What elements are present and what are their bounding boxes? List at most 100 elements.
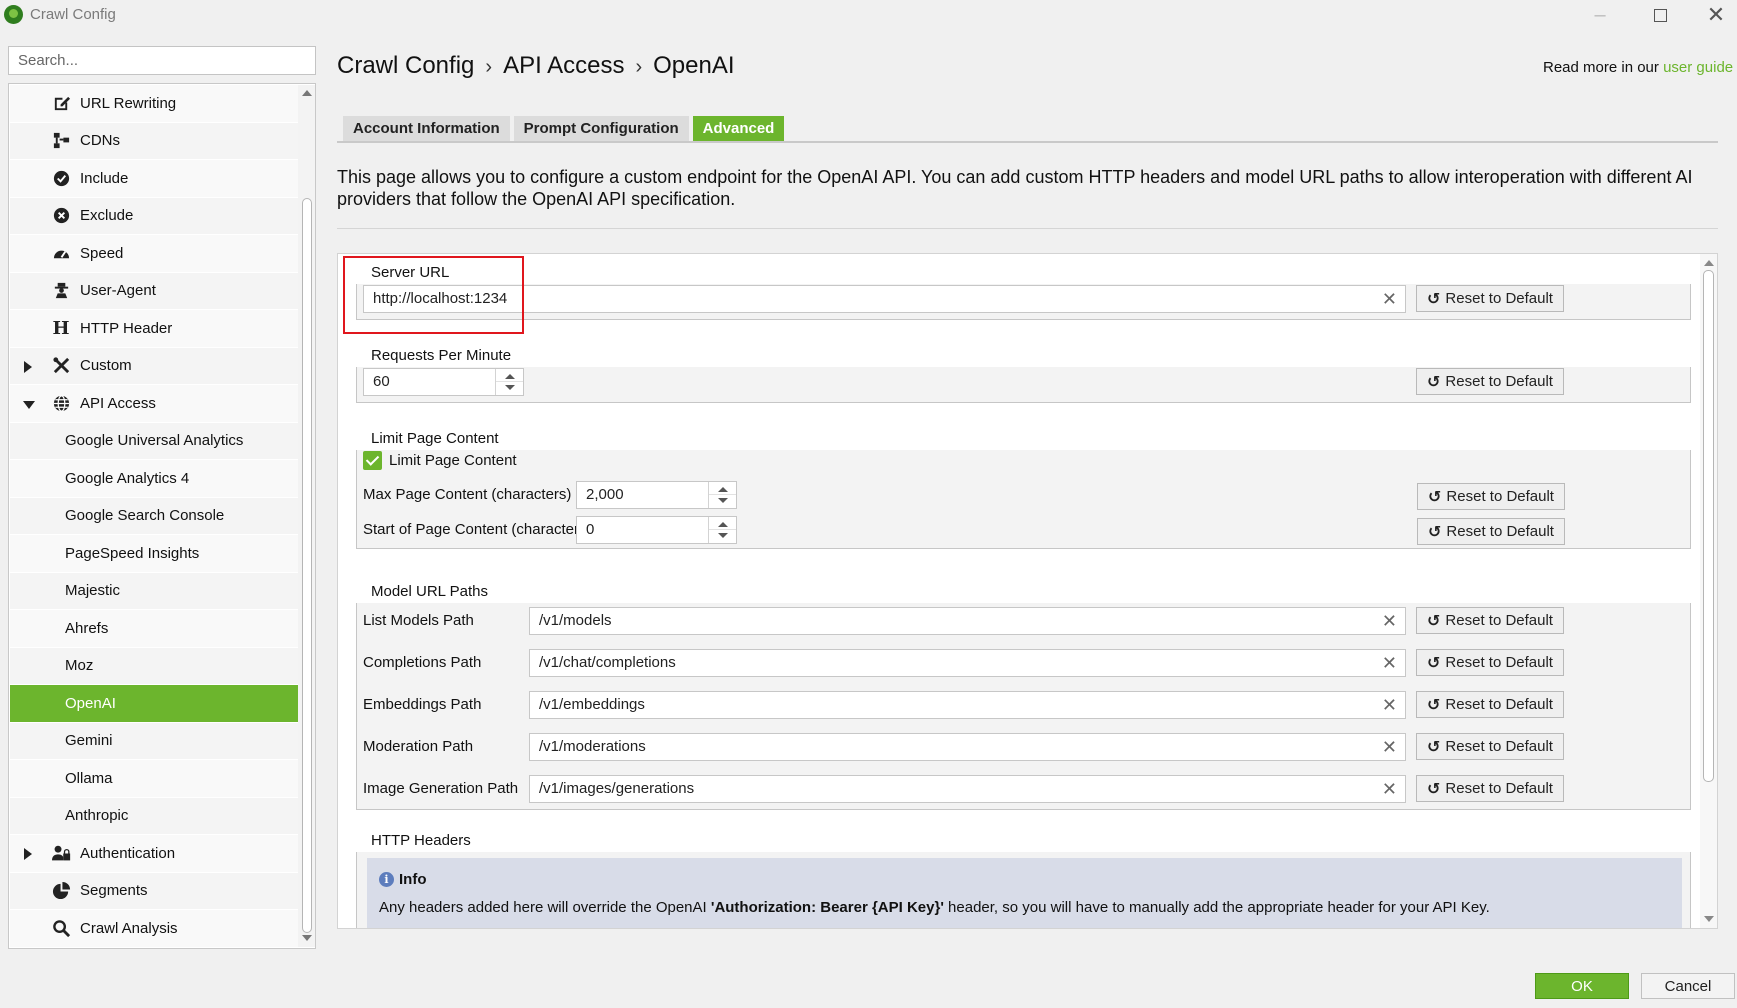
expand-arrow-icon[interactable] xyxy=(24,848,32,860)
sidebar-item-include[interactable]: Include xyxy=(10,160,298,198)
rpm-value: 60 xyxy=(373,373,390,390)
sidebar-item-gemini[interactable]: Gemini xyxy=(10,722,298,760)
maximize-button[interactable] xyxy=(1640,2,1680,28)
scroll-up-arrow-icon[interactable] xyxy=(302,90,312,96)
clear-icon[interactable]: ✕ xyxy=(1382,734,1397,760)
undo-icon: ↺ xyxy=(1427,290,1441,308)
image-generation-path-input[interactable]: /v1/images/generations ✕ xyxy=(529,775,1406,803)
reset-to-default-button[interactable]: ↺ Reset to Default xyxy=(1416,368,1564,395)
breadcrumb-item[interactable]: Crawl Config xyxy=(337,52,474,79)
requests-per-minute-stepper[interactable]: 60 xyxy=(363,368,524,396)
decrement-icon[interactable] xyxy=(505,385,515,390)
read-more-text: Read more in our xyxy=(1543,59,1659,76)
decrement-icon[interactable] xyxy=(718,533,728,538)
start-page-content-stepper[interactable]: 0 xyxy=(576,516,737,544)
sidebar-item-google-search-console[interactable]: Google Search Console xyxy=(10,497,298,535)
settings-scrollbar[interactable] xyxy=(1700,254,1717,928)
path-label: Embeddings Path xyxy=(363,696,482,713)
cancel-button[interactable]: Cancel xyxy=(1641,973,1735,999)
max-page-content-stepper[interactable]: 2,000 xyxy=(576,481,737,509)
sidebar-item-label: Speed xyxy=(80,244,124,262)
list-models-path-input[interactable]: /v1/models ✕ xyxy=(529,607,1406,635)
sidebar-item-speed[interactable]: Speed xyxy=(10,235,298,273)
clear-icon[interactable]: ✕ xyxy=(1382,776,1397,802)
reset-to-default-button[interactable]: ↺ Reset to Default xyxy=(1416,691,1564,718)
increment-icon[interactable] xyxy=(505,374,515,379)
scroll-down-arrow-icon[interactable] xyxy=(1704,916,1714,922)
clear-icon[interactable]: ✕ xyxy=(1382,692,1397,718)
undo-icon: ↺ xyxy=(1427,696,1441,714)
title-bar: Crawl Config – ✕ xyxy=(0,0,1737,30)
sidebar-item-http-header[interactable]: H HTTP Header xyxy=(10,310,298,348)
sidebar-item-openai[interactable]: OpenAI xyxy=(10,685,298,723)
clear-icon[interactable]: ✕ xyxy=(1382,286,1397,312)
sidebar-item-url-rewriting[interactable]: URL Rewriting xyxy=(10,85,298,123)
scroll-up-arrow-icon[interactable] xyxy=(1704,260,1714,266)
sidebar-item-label: HTTP Header xyxy=(80,319,173,337)
embeddings-path-input[interactable]: /v1/embeddings ✕ xyxy=(529,691,1406,719)
group-title: HTTP Headers xyxy=(365,832,477,849)
sidebar-item-crawl-analysis[interactable]: Crawl Analysis xyxy=(10,910,298,948)
tab-prompt-configuration[interactable]: Prompt Configuration xyxy=(513,116,689,141)
clear-icon[interactable]: ✕ xyxy=(1382,608,1397,634)
clear-icon[interactable]: ✕ xyxy=(1382,650,1397,676)
sidebar-item-api-access[interactable]: API Access xyxy=(10,385,298,423)
sidebar-item-pagespeed-insights[interactable]: PageSpeed Insights xyxy=(10,535,298,573)
info-title: i Info xyxy=(379,871,427,888)
scrollbar-thumb[interactable] xyxy=(302,198,312,933)
search-input[interactable] xyxy=(8,46,316,75)
reset-to-default-button[interactable]: ↺ Reset to Default xyxy=(1417,483,1565,510)
sidebar-item-segments[interactable]: Segments xyxy=(10,872,298,910)
sidebar-item-ollama[interactable]: Ollama xyxy=(10,760,298,798)
scrollbar-thumb[interactable] xyxy=(1703,270,1714,782)
sidebar-item-anthropic[interactable]: Anthropic xyxy=(10,797,298,835)
minimize-button[interactable]: – xyxy=(1580,2,1620,28)
reset-to-default-button[interactable]: ↺ Reset to Default xyxy=(1416,607,1564,634)
decrement-icon[interactable] xyxy=(718,498,728,503)
user-lock-icon xyxy=(50,843,72,863)
sidebar-item-authentication[interactable]: Authentication xyxy=(10,835,298,873)
info-box: i Info Any headers added here will overri… xyxy=(367,858,1682,928)
breadcrumb-item[interactable]: API Access xyxy=(503,52,624,79)
limit-page-content-checkbox[interactable] xyxy=(363,451,382,470)
sidebar-item-label: Segments xyxy=(80,882,148,900)
sidebar-item-custom[interactable]: Custom xyxy=(10,347,298,385)
completions-path-input[interactable]: /v1/chat/completions ✕ xyxy=(529,649,1406,677)
sidebar-scrollbar[interactable] xyxy=(298,85,315,947)
reset-to-default-button[interactable]: ↺ Reset to Default xyxy=(1417,518,1565,545)
tab-account-information[interactable]: Account Information xyxy=(343,116,510,141)
sidebar-item-google-universal-analytics[interactable]: Google Universal Analytics xyxy=(10,422,298,460)
reset-to-default-button[interactable]: ↺ Reset to Default xyxy=(1416,285,1564,312)
ok-button[interactable]: OK xyxy=(1535,973,1629,999)
sidebar-item-ahrefs[interactable]: Ahrefs xyxy=(10,610,298,648)
scroll-down-arrow-icon[interactable] xyxy=(302,935,312,941)
sidebar-item-majestic[interactable]: Majestic xyxy=(10,572,298,610)
increment-icon[interactable] xyxy=(718,522,728,527)
expand-arrow-icon[interactable] xyxy=(24,360,32,373)
sidebar-item-exclude[interactable]: Exclude xyxy=(10,197,298,235)
sidebar-item-moz[interactable]: Moz xyxy=(10,647,298,685)
requests-per-minute-group: Requests Per Minute 60 ↺ Reset to Default xyxy=(356,347,1693,403)
speedometer-icon xyxy=(50,243,72,263)
model-url-paths-group: Model URL Paths List Models Path /v1/mod… xyxy=(356,583,1693,810)
user-guide-link[interactable]: user guide xyxy=(1663,59,1733,76)
checkbox-label: Limit Page Content xyxy=(389,452,517,469)
breadcrumb-item: OpenAI xyxy=(653,52,735,79)
sidebar-item-cdns[interactable]: CDNs xyxy=(10,122,298,160)
tab-advanced[interactable]: Advanced xyxy=(692,116,785,141)
sidebar-item-label: PageSpeed Insights xyxy=(65,544,200,562)
http-headers-group: HTTP Headers i Info Any headers added her… xyxy=(356,832,1693,928)
collapse-arrow-icon[interactable] xyxy=(23,401,35,409)
group-title: Requests Per Minute xyxy=(365,347,518,364)
sidebar-item-google-analytics-4[interactable]: Google Analytics 4 xyxy=(10,460,298,498)
reset-to-default-button[interactable]: ↺ Reset to Default xyxy=(1416,775,1564,802)
reset-to-default-button[interactable]: ↺ Reset to Default xyxy=(1416,649,1564,676)
moderation-path-input[interactable]: /v1/moderations ✕ xyxy=(529,733,1406,761)
reset-to-default-button[interactable]: ↺ Reset to Default xyxy=(1416,733,1564,760)
close-button[interactable]: ✕ xyxy=(1696,2,1736,28)
tab-bar: Account Information Prompt Configuration… xyxy=(337,115,1718,143)
undo-icon: ↺ xyxy=(1427,738,1441,756)
increment-icon[interactable] xyxy=(718,487,728,492)
info-text: Any headers added here will override the… xyxy=(379,899,1490,916)
sidebar-item-user-agent[interactable]: User-Agent xyxy=(10,272,298,310)
